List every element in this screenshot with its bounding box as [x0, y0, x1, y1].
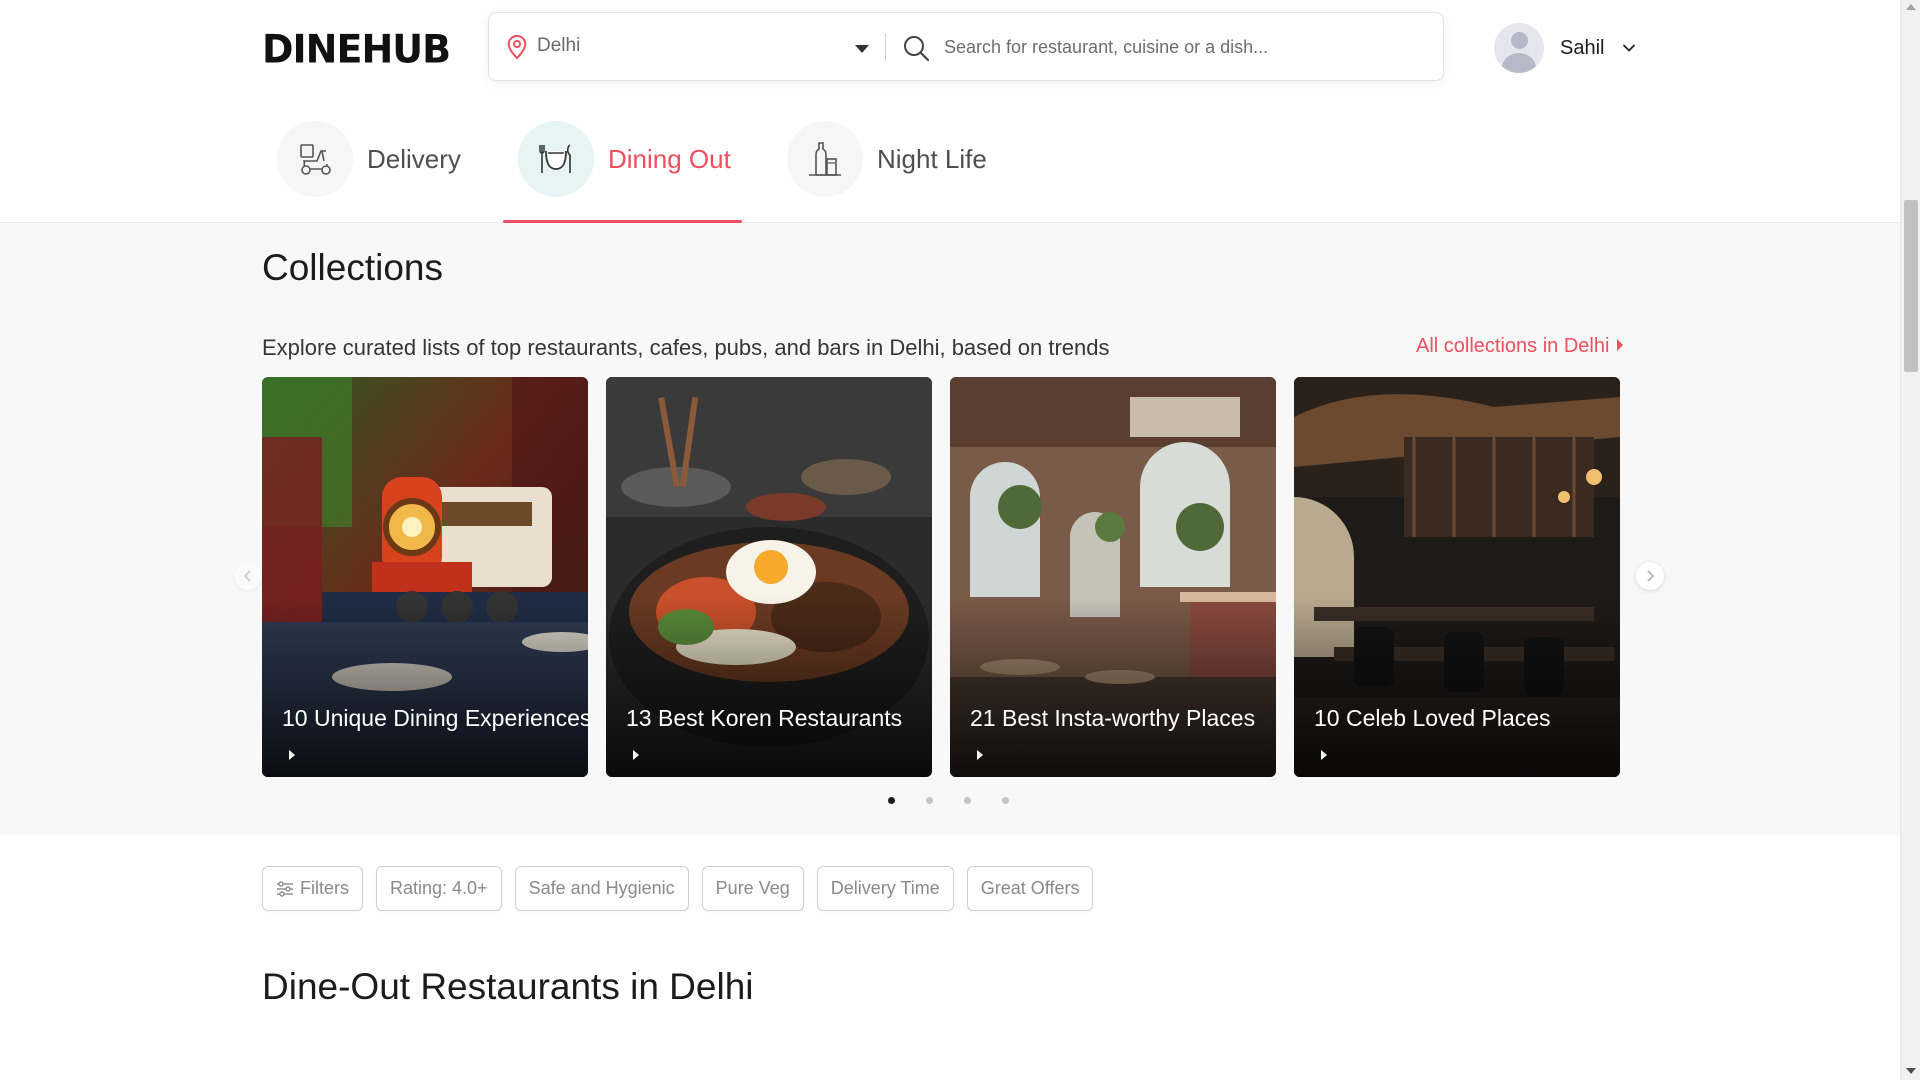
- collections-subtitle: Explore curated lists of top restaurants…: [262, 335, 1110, 360]
- carousel-dot[interactable]: [888, 797, 895, 804]
- drinks-icon: [787, 121, 863, 197]
- sliders-icon: [277, 880, 293, 897]
- collections-title: Collections: [262, 247, 443, 288]
- collection-card-title: 10 Celeb Loved Places: [1314, 705, 1551, 731]
- chip-label: Rating: 4.0+: [390, 878, 488, 898]
- scroll-down-icon[interactable]: [1906, 1068, 1916, 1074]
- all-collections-label: All collections in Delhi: [1416, 335, 1610, 357]
- card-gradient: [262, 597, 588, 777]
- collection-card-title: 21 Best Insta-worthy Places: [970, 705, 1256, 731]
- caret-right-icon: [1617, 339, 1624, 351]
- chip-label: Pure Veg: [715, 878, 790, 898]
- avatar[interactable]: [1494, 23, 1544, 73]
- tab-label: Dining Out: [608, 143, 731, 174]
- collection-card[interactable]: 21 Best Insta-worthy Places: [950, 377, 1276, 777]
- play-icon: [289, 750, 295, 760]
- collection-card[interactable]: 10 Unique Dining Experiences: [262, 377, 588, 777]
- chevron-right-icon: [1647, 570, 1655, 582]
- filter-bar: Filters Rating: 4.0+ Safe and Hygienic P…: [262, 866, 1094, 911]
- collection-card-title: 10 Unique Dining Experiences: [282, 705, 588, 731]
- collections-section: Collections Explore curated lists of top…: [0, 223, 1900, 835]
- filter-chip-safe-hygienic[interactable]: Safe and Hygienic: [514, 866, 689, 911]
- location-value[interactable]: Delhi: [537, 35, 580, 57]
- carousel-dot[interactable]: [1002, 797, 1009, 804]
- scrollbar-thumb[interactable]: [1904, 200, 1918, 372]
- filter-chip-pure-veg[interactable]: Pure Veg: [701, 866, 804, 911]
- user-menu[interactable]: Sahil: [1494, 22, 1636, 74]
- chip-label: Filters: [300, 878, 349, 898]
- carousel-next-button[interactable]: [1636, 562, 1664, 590]
- card-gradient: [950, 597, 1276, 777]
- chevron-down-icon[interactable]: [1622, 41, 1636, 55]
- carousel-dot[interactable]: [964, 797, 971, 804]
- chip-label: Delivery Time: [830, 878, 940, 898]
- carousel-dots: [888, 797, 1009, 804]
- search-icon: [904, 36, 930, 62]
- user-name[interactable]: Sahil: [1560, 37, 1604, 60]
- filter-chip-delivery-time[interactable]: Delivery Time: [816, 866, 954, 911]
- scooter-icon: [277, 121, 353, 197]
- collections-carousel: 10 Unique Dining Experiences 13 Best Kor…: [262, 377, 1620, 777]
- play-icon: [1321, 750, 1327, 760]
- dining-icon: [518, 121, 594, 197]
- play-icon: [633, 750, 639, 760]
- carousel-prev-button[interactable]: [234, 562, 262, 590]
- tab-night-life[interactable]: Night Life: [787, 121, 987, 197]
- location-pin-icon: [507, 34, 527, 60]
- scroll-up-icon[interactable]: [1906, 4, 1916, 10]
- filter-chip-rating[interactable]: Rating: 4.0+: [376, 866, 502, 911]
- location-dropdown-icon[interactable]: [855, 45, 869, 53]
- collection-card[interactable]: 10 Celeb Loved Places: [1294, 377, 1620, 777]
- filters-button[interactable]: Filters: [262, 866, 363, 911]
- chevron-left-icon: [243, 570, 251, 582]
- chip-label: Great Offers: [980, 878, 1080, 898]
- search-bar: Delhi: [488, 12, 1444, 81]
- collection-card-title: 13 Best Koren Restaurants: [626, 705, 903, 731]
- play-icon: [977, 750, 983, 760]
- section-title: Dine-Out Restaurants in Delhi: [262, 966, 754, 1007]
- card-gradient: [1294, 597, 1620, 777]
- tab-label: Night Life: [877, 143, 987, 174]
- all-collections-link[interactable]: All collections in Delhi: [1416, 335, 1624, 358]
- filter-chip-great-offers[interactable]: Great Offers: [966, 866, 1094, 911]
- carousel-dot[interactable]: [926, 797, 933, 804]
- tab-dining-out[interactable]: Dining Out: [518, 121, 731, 197]
- logo[interactable]: DINEHUB: [262, 27, 451, 72]
- chip-label: Safe and Hygienic: [528, 878, 675, 898]
- page-scrollbar[interactable]: [1900, 0, 1920, 1080]
- tab-delivery[interactable]: Delivery: [277, 121, 461, 197]
- card-gradient: [606, 597, 932, 777]
- search-input[interactable]: [944, 31, 1424, 63]
- search-divider: [885, 33, 886, 61]
- collection-card[interactable]: 13 Best Koren Restaurants: [606, 377, 932, 777]
- category-tabs: Delivery Dining Out Night Life: [0, 95, 1900, 223]
- tab-label: Delivery: [367, 143, 461, 174]
- top-header: DINEHUB Delhi Sahil: [0, 0, 1900, 95]
